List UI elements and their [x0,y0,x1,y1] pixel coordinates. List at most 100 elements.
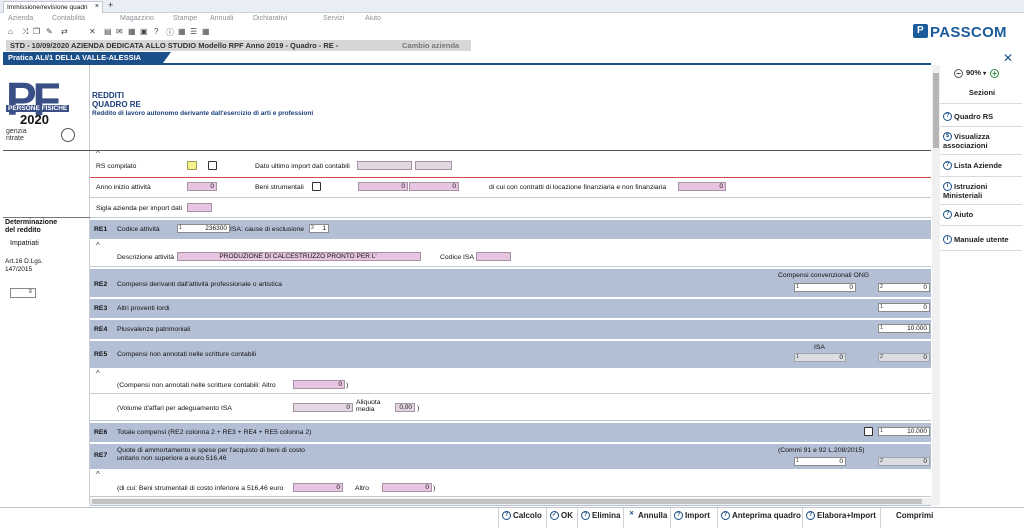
browser-tab[interactable]: Immissione/revisione quadri × [3,1,103,13]
status-text: STD - 10/09/2020 AZIENDA DEDICATA ALLO S… [10,41,339,50]
rs-compilato-flag[interactable] [187,161,197,170]
import-icon: ? [674,511,683,521]
isa-cause-field[interactable]: 21 [309,224,329,233]
print-icon[interactable]: ▤ [104,27,112,36]
zoom-in-icon[interactable]: + [990,68,1000,78]
collapse-caret-icon[interactable]: ^ [96,369,100,378]
re7-field1[interactable]: 10 [794,457,846,466]
ultimo-import-field2[interactable] [415,161,452,170]
re4-field[interactable]: 1 10.000 [878,324,930,333]
re7-field2[interactable]: 20 [878,457,930,466]
ultimo-import-field1[interactable] [357,161,412,170]
import-button[interactable]: ? Import [674,511,710,521]
menu-azienda[interactable]: Azienda [8,15,33,22]
zoom-out-icon[interactable]: − [954,68,963,78]
re5-field1[interactable]: 10 [794,353,846,362]
elabora-import-button[interactable]: ? Elabora+Import [806,511,876,521]
sidebar-item-visualizza[interactable]: $ Visualizza associazioni [943,132,1021,150]
re3-field[interactable]: 10 [878,303,930,312]
calculator-icon[interactable]: ▣ [140,27,148,36]
tools-icon[interactable]: ✕ [89,27,96,36]
zoom-control[interactable]: −90% ▾ + [954,68,1000,78]
determinazione-label: Determinazione del reddito [5,219,58,234]
grid2-icon[interactable]: ▦ [178,27,186,36]
compensi-altro-label: (Compensi non annotati nelle scritture c… [117,382,276,389]
re2-label: Compensi derivanti dall'attività profess… [117,281,282,288]
right-sidebar [940,65,1024,505]
tile-icon[interactable]: ▦ [202,27,210,36]
isa-label: ISA [814,344,825,351]
beni-field2[interactable]: 0 [409,182,459,191]
impatriati-select[interactable]: ≡ [10,288,36,298]
close-icon[interactable]: ✕ [1003,51,1013,65]
delete-icon: ? [581,511,590,521]
sidebar-item-aiuto[interactable]: ? Aiuto [943,210,1021,219]
persone-fisiche-logo: PF PERSONE FISICHE 2020 genzia ntrate [6,76,78,148]
menu-magazzino[interactable]: Magazzino [120,15,154,22]
descrizione-field[interactable]: PRODUZIONE DI CALCESTRUZZO PRONTO PER L' [177,252,421,261]
close-tab-icon[interactable]: × [95,3,99,10]
re6-code: RE6 [94,429,108,436]
horizontal-scroll-thumb[interactable] [92,499,922,504]
vertical-scroll-thumb[interactable] [933,73,939,148]
sidebar-item-istruzioni[interactable]: i Istruzioni Ministeriali [943,182,1021,200]
contratti-field[interactable]: 0 [678,182,726,191]
mail-icon[interactable]: ✉ [116,27,123,36]
help-icon[interactable]: ? [154,27,158,36]
sidebar-item-lista-aziende[interactable]: ? Lista Aziende [943,161,1021,170]
collapse-caret-icon[interactable]: ^ [96,151,100,158]
codice-attivita-field[interactable]: 1 236300 [177,224,230,233]
collapse-caret-icon[interactable]: ^ [96,470,100,479]
re6-checkbox[interactable] [864,427,873,436]
codice-isa-field[interactable] [476,252,511,261]
browser-tab-strip: Immissione/revisione quadri × + [0,0,1024,13]
menu-annuali[interactable]: Annuali [210,15,233,22]
sidebar-item-quadro-rs[interactable]: ? Quadro RS [943,112,1021,121]
calculator-icon: ? [502,511,511,521]
volume-affari-field[interactable]: 0 [293,403,353,412]
menu-stampe[interactable]: Stampe [173,15,197,22]
elimina-button[interactable]: ? Elimina [581,511,620,521]
menu-contabilita[interactable]: Contabilità [52,15,85,22]
sigla-field[interactable] [187,203,212,212]
re6-field[interactable]: 1 10.000 [878,427,930,436]
re6-label: Totale compensi (RE2 colonna 2 + RE3 + R… [117,429,312,436]
home-icon[interactable]: ⌂ [8,27,13,36]
menu-servizi[interactable]: Servizi [323,15,344,22]
info-icon[interactable]: ⓘ [166,27,174,38]
compensi-altro-field[interactable]: 0 [293,380,345,389]
beni-field1[interactable]: 0 [358,182,408,191]
collapse-caret-icon[interactable]: ^ [96,241,100,250]
menu-aiuto[interactable]: Aiuto [365,15,381,22]
beni-checkbox[interactable] [312,182,321,191]
cambio-azienda-link[interactable]: Cambio azienda [402,41,459,50]
re2-field1[interactable]: 10 [794,283,856,292]
re5-field2[interactable]: 20 [878,353,930,362]
list-icon[interactable]: ☰ [190,27,197,36]
codice-isa-label: Codice ISA [440,254,475,261]
shuffle-icon[interactable]: ⤨ [22,27,28,37]
anteprima-button[interactable]: ? Anteprima quadro [721,511,801,521]
new-tab-button[interactable]: + [108,0,113,10]
rs-compilato-checkbox[interactable] [208,161,217,170]
re2-field2[interactable]: 20 [878,283,930,292]
sezioni-button[interactable]: Sezioni [943,88,1021,97]
edit-icon[interactable]: ✎ [46,27,53,36]
calcolo-button[interactable]: ? Calcolo [502,511,542,521]
copy-icon[interactable]: ❐ [33,27,40,36]
ultimo-import-label: Dato ultimo import dati contabili [255,163,350,170]
republic-seal-icon [61,128,75,142]
grid-icon[interactable]: ▦ [128,27,136,36]
ok-button[interactable]: ✓ OK [550,511,573,521]
menu-dichiarativi[interactable]: Dichiarativi [253,15,287,22]
anno-inizio-field[interactable]: 0 [187,182,217,191]
comprimi-button[interactable]: Comprimi [896,511,933,520]
volume-affari-label: (Volume d'affari per adeguamento ISA [117,405,232,412]
aliquota-field[interactable]: 0,00 [395,403,415,412]
annulla-button[interactable]: ✕ Annulla [627,511,667,520]
altro-field[interactable]: 0 [382,483,432,492]
switch-icon[interactable]: ⇄ [61,27,68,36]
sidebar-item-manuale[interactable]: i Manuale utente [943,235,1021,244]
status-bar: STD - 10/09/2020 AZIENDA DEDICATA ALLO S… [6,40,471,51]
dicui-field[interactable]: 0 [293,483,343,492]
